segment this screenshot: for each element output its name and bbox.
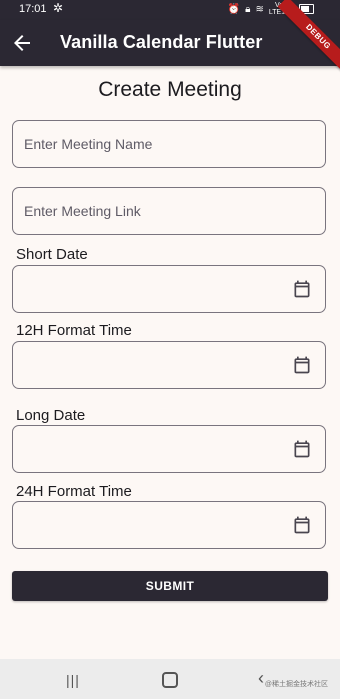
watermark: @稀土掘金技术社区	[264, 681, 328, 688]
long-date-input[interactable]	[22, 426, 306, 472]
app-bar: Vanilla Calendar Flutter DEBUG	[0, 0, 340, 78]
meeting-link-field[interactable]	[12, 187, 326, 235]
settings-status-icon: ✲	[53, 1, 64, 15]
back-button[interactable]	[10, 31, 36, 55]
arrow-back-icon	[14, 35, 30, 51]
time-12h-input[interactable]	[22, 342, 306, 388]
nav-back-icon[interactable]: ‹	[258, 668, 264, 689]
recents-icon[interactable]: |||	[66, 672, 80, 688]
meeting-name-field[interactable]	[12, 120, 326, 168]
short-date-label: Short Date	[16, 246, 88, 263]
long-date-field[interactable]	[12, 425, 326, 473]
time-12h-label: 12H Format Time	[16, 322, 132, 339]
page-title: Create Meeting	[98, 78, 242, 101]
system-nav-bar: ||| ‹ @稀土掘金技术社区	[0, 659, 340, 699]
submit-button[interactable]: SUBMIT	[12, 571, 328, 601]
calendar-icon[interactable]	[292, 279, 312, 299]
alarm-icon: ⏰	[227, 3, 241, 15]
short-date-field[interactable]	[12, 265, 326, 313]
time-24h-field[interactable]	[12, 501, 326, 549]
wifi-icon: ≋	[255, 3, 264, 15]
long-date-label: Long Date	[16, 407, 86, 424]
app-title: Vanilla Calendar Flutter	[60, 32, 263, 52]
lock-icon: 🔒︎	[245, 3, 251, 15]
calendar-icon[interactable]	[292, 355, 312, 375]
calendar-icon[interactable]	[292, 439, 312, 459]
meeting-link-input[interactable]	[22, 188, 306, 234]
short-date-input[interactable]	[22, 266, 306, 312]
home-icon[interactable]	[162, 672, 178, 688]
time-24h-label: 24H Format Time	[16, 483, 132, 500]
time-12h-field[interactable]	[12, 341, 326, 389]
meeting-name-input[interactable]	[22, 121, 306, 167]
calendar-icon[interactable]	[292, 515, 312, 535]
status-time: 17:01	[19, 3, 47, 15]
time-24h-input[interactable]	[22, 502, 306, 548]
